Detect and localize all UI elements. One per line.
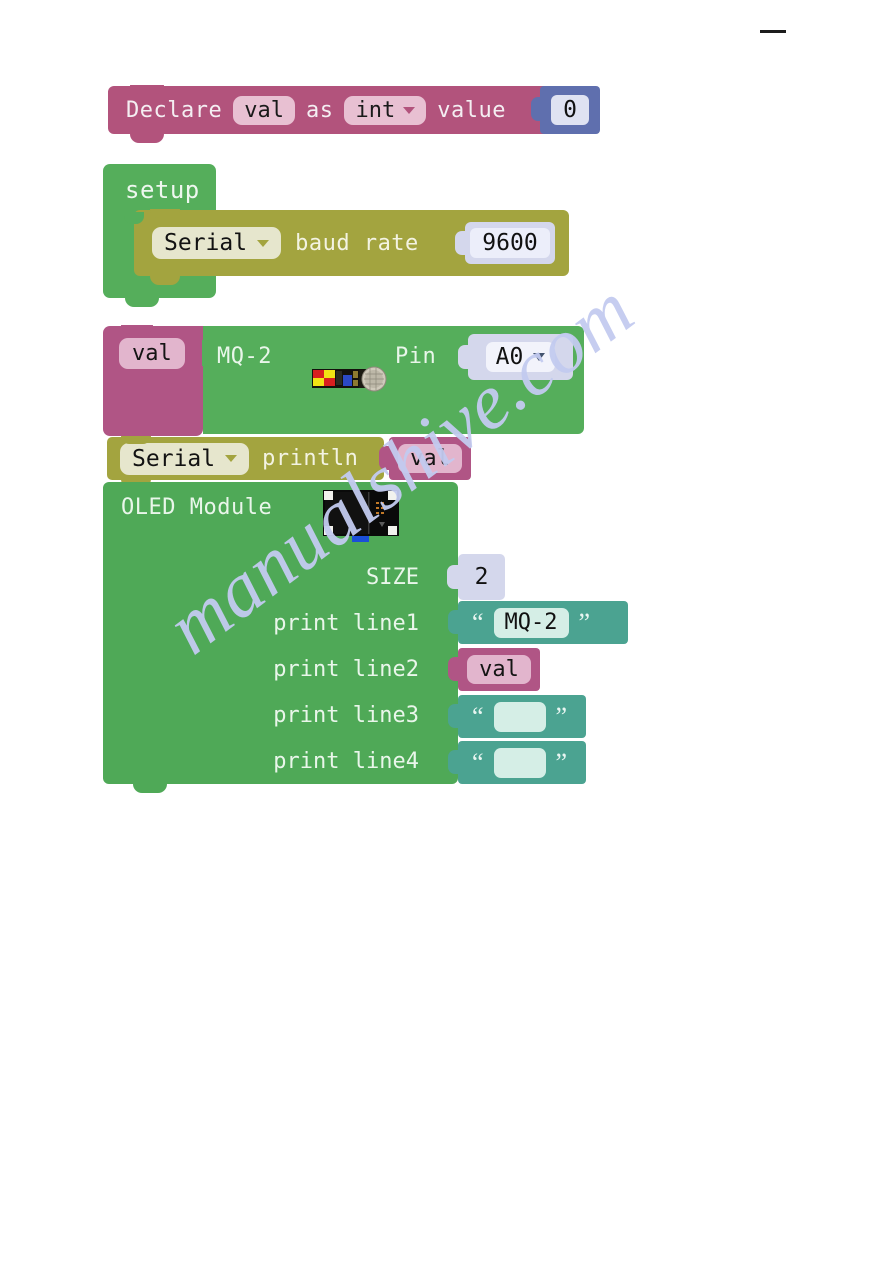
- close-quote-icon: ”: [578, 607, 591, 637]
- oled-line2-variable-block[interactable]: val: [448, 648, 540, 691]
- println-argument-field[interactable]: val: [398, 444, 462, 473]
- oled-line1-text-field[interactable]: MQ-2: [493, 607, 569, 638]
- declare-keyword-label: Declare: [126, 97, 223, 123]
- oled-row-label: SIZE: [117, 565, 419, 590]
- oled-row-label: print line4: [117, 749, 419, 774]
- oled-line3-string-block[interactable]: “ ”: [448, 695, 586, 738]
- oled-line4-string-block[interactable]: “ ”: [448, 741, 586, 784]
- declare-initial-value-block[interactable]: 0: [531, 86, 600, 134]
- setup-inner-connector: [124, 212, 144, 224]
- declare-type-value: int: [355, 97, 396, 123]
- blockly-workspace: Declare val as int value 0 setup Serial …: [0, 0, 893, 1263]
- serial-println-block[interactable]: Serial println: [107, 436, 384, 488]
- declare-variable-name-field[interactable]: val: [233, 95, 295, 125]
- oled-size-value-block[interactable]: 2: [447, 554, 505, 600]
- open-quote-icon: “: [472, 607, 484, 637]
- declare-type-dropdown[interactable]: int: [344, 95, 427, 125]
- baud-rate-label: baud rate: [295, 230, 419, 256]
- declare-variable-block[interactable]: Declare val as int value: [108, 85, 600, 143]
- close-quote-icon: ”: [555, 747, 568, 777]
- println-method-label: println: [262, 446, 359, 471]
- oled-row-label: print line3: [117, 703, 419, 728]
- oled-module-block[interactable]: OLED Module SIZE print line1 print line2…: [103, 482, 458, 793]
- chevron-down-icon: [533, 353, 546, 361]
- println-port-value: Serial: [132, 445, 216, 472]
- pin-dropdown-block[interactable]: A0: [458, 334, 573, 380]
- close-quote-icon: ”: [555, 701, 568, 731]
- oled-line2-variable-field[interactable]: val: [467, 655, 531, 684]
- baud-rate-value-field[interactable]: 9600: [470, 227, 550, 259]
- mq2-gas-sensor-module-image: [312, 366, 387, 392]
- println-argument-block[interactable]: val: [379, 437, 471, 480]
- print-line1-label: print line1: [273, 611, 419, 636]
- page-rule-mark: [760, 30, 786, 33]
- assign-variable-name-field[interactable]: val: [119, 338, 185, 369]
- pin-dropdown[interactable]: A0: [485, 342, 556, 372]
- print-line3-label: print line3: [273, 703, 419, 728]
- declare-value-label: value: [437, 97, 506, 123]
- chevron-down-icon: [225, 455, 238, 462]
- mq2-label: MQ-2: [217, 344, 272, 369]
- serial-port-dropdown[interactable]: Serial: [152, 227, 282, 259]
- open-quote-icon: “: [472, 701, 484, 731]
- declare-as-label: as: [305, 97, 334, 123]
- chevron-down-icon: [403, 106, 416, 114]
- oled-line3-text-field[interactable]: [493, 701, 546, 732]
- oled-row-label: print line2: [117, 657, 419, 682]
- block-connector-notch: [202, 340, 214, 366]
- serial-baud-rate-block[interactable]: Serial baud rate 9600: [134, 209, 569, 285]
- setup-label: setup: [125, 176, 200, 204]
- oled-line4-text-field[interactable]: [493, 747, 546, 778]
- oled-line1-string-block[interactable]: “ MQ-2 ”: [448, 601, 628, 644]
- oled-label: OLED Module: [121, 495, 273, 520]
- chevron-down-icon: [257, 239, 270, 247]
- open-quote-icon: “: [472, 747, 484, 777]
- pin-value: A0: [495, 344, 524, 370]
- println-port-dropdown[interactable]: Serial: [120, 442, 250, 475]
- oled-row-label: print line1: [117, 611, 419, 636]
- serial-port-value: Serial: [164, 230, 248, 256]
- oled-display-module-image: [323, 490, 399, 542]
- variable-assign-block[interactable]: val: [103, 325, 203, 436]
- baud-rate-value-block[interactable]: 9600: [455, 222, 555, 264]
- oled-size-value-field[interactable]: 2: [475, 564, 489, 590]
- pin-label: Pin: [395, 344, 437, 369]
- size-label: SIZE: [366, 565, 419, 590]
- print-line2-label: print line2: [273, 657, 419, 682]
- mq2-sensor-read-block[interactable]: MQ-2 Pin A0: [202, 326, 584, 434]
- print-line4-label: print line4: [273, 749, 419, 774]
- declare-initial-value-field[interactable]: 0: [551, 94, 589, 126]
